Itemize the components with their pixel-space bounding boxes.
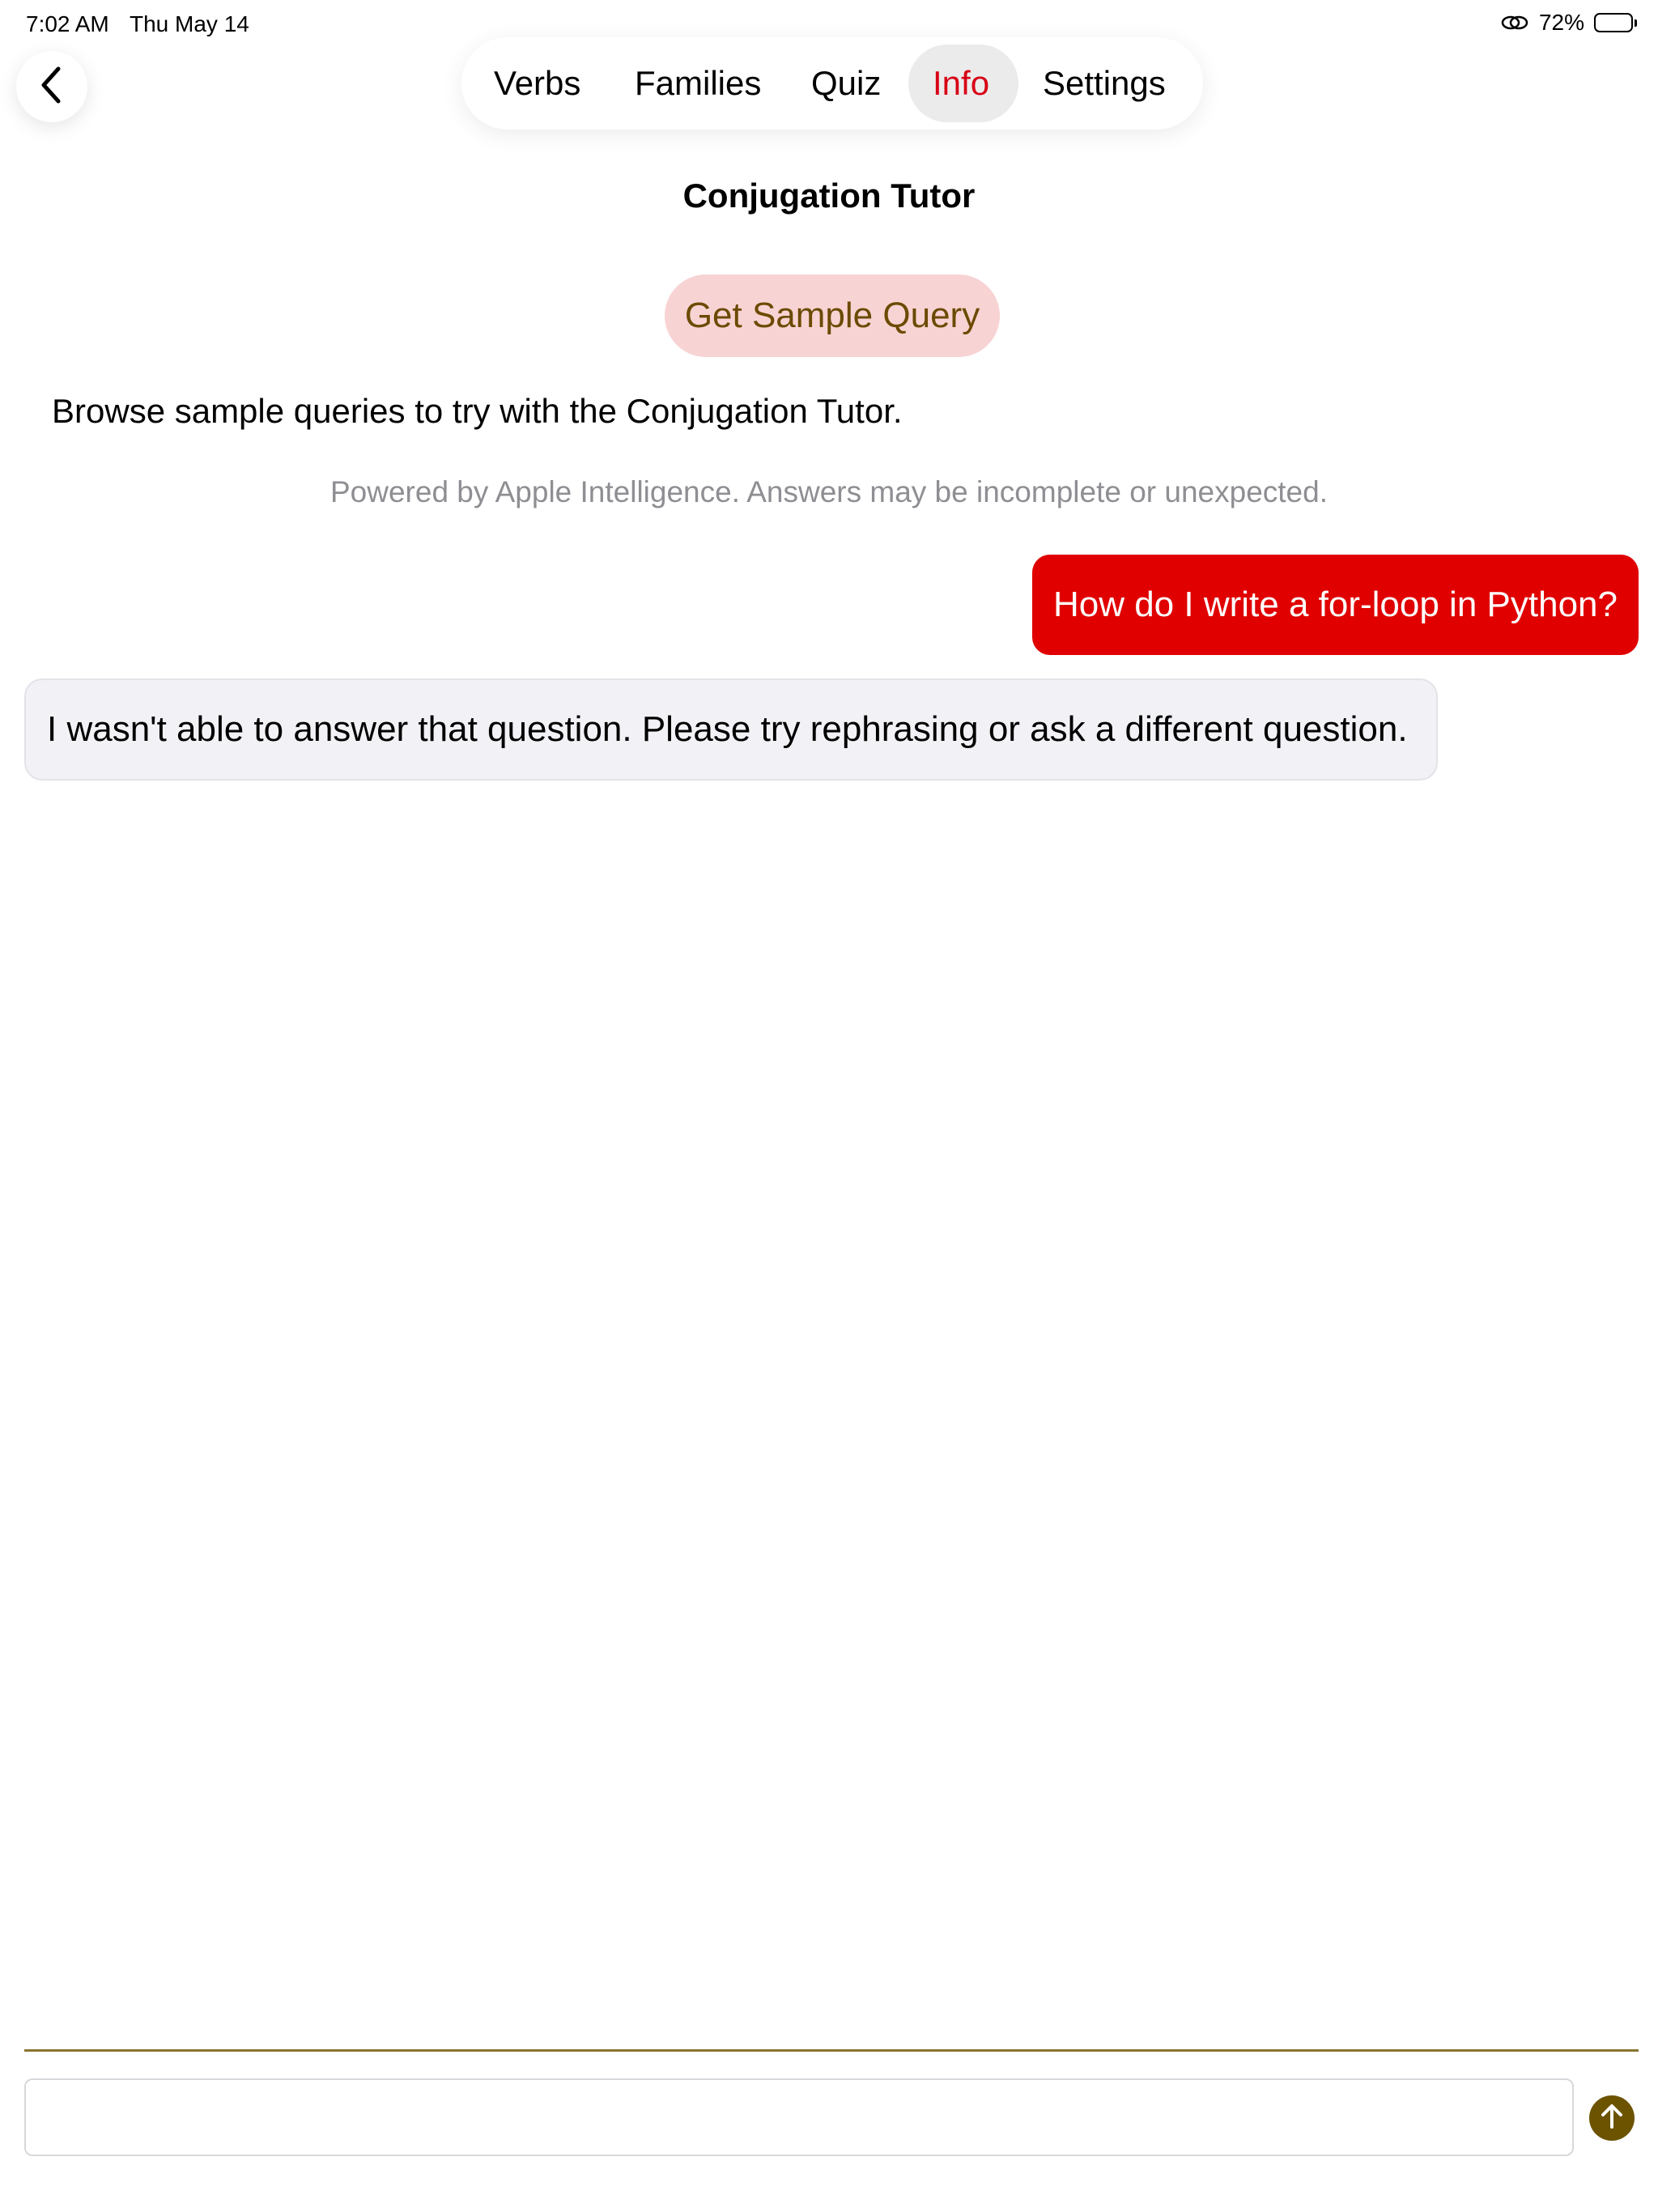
send-button[interactable]	[1589, 2095, 1635, 2141]
tab-families[interactable]: Families	[635, 37, 761, 130]
tab-verbs[interactable]: Verbs	[494, 37, 580, 130]
page-title: Conjugation Tutor	[682, 177, 976, 215]
tab-info[interactable]: Info	[933, 37, 989, 130]
get-sample-query-button[interactable]: Get Sample Query	[665, 274, 1000, 357]
personal-hotspot-icon	[1500, 13, 1529, 32]
status-date: Thu May 14	[130, 11, 249, 36]
battery-icon	[1594, 13, 1637, 32]
chevron-left-icon	[36, 64, 68, 110]
tab-quiz[interactable]: Quiz	[811, 37, 881, 130]
user-message-bubble: How do I write a for-loop in Python?	[1031, 555, 1639, 655]
composer-divider	[24, 2049, 1639, 2052]
message-input[interactable]	[24, 2078, 1574, 2156]
status-time: 7:02 AM	[26, 11, 109, 36]
tab-settings[interactable]: Settings	[1043, 37, 1166, 130]
tab-bar: Verbs Families Quiz Info Settings	[461, 37, 1203, 130]
status-indicators: 72%	[1500, 10, 1637, 36]
arrow-up-icon	[1599, 2103, 1625, 2134]
back-button[interactable]	[16, 51, 87, 122]
description-text: Browse sample queries to try with the Co…	[52, 392, 903, 430]
battery-percent: 72%	[1538, 10, 1584, 35]
disclaimer-text: Powered by Apple Intelligence. Answers m…	[329, 475, 1328, 508]
assistant-message-bubble: I wasn't able to answer that question. P…	[24, 678, 1438, 781]
